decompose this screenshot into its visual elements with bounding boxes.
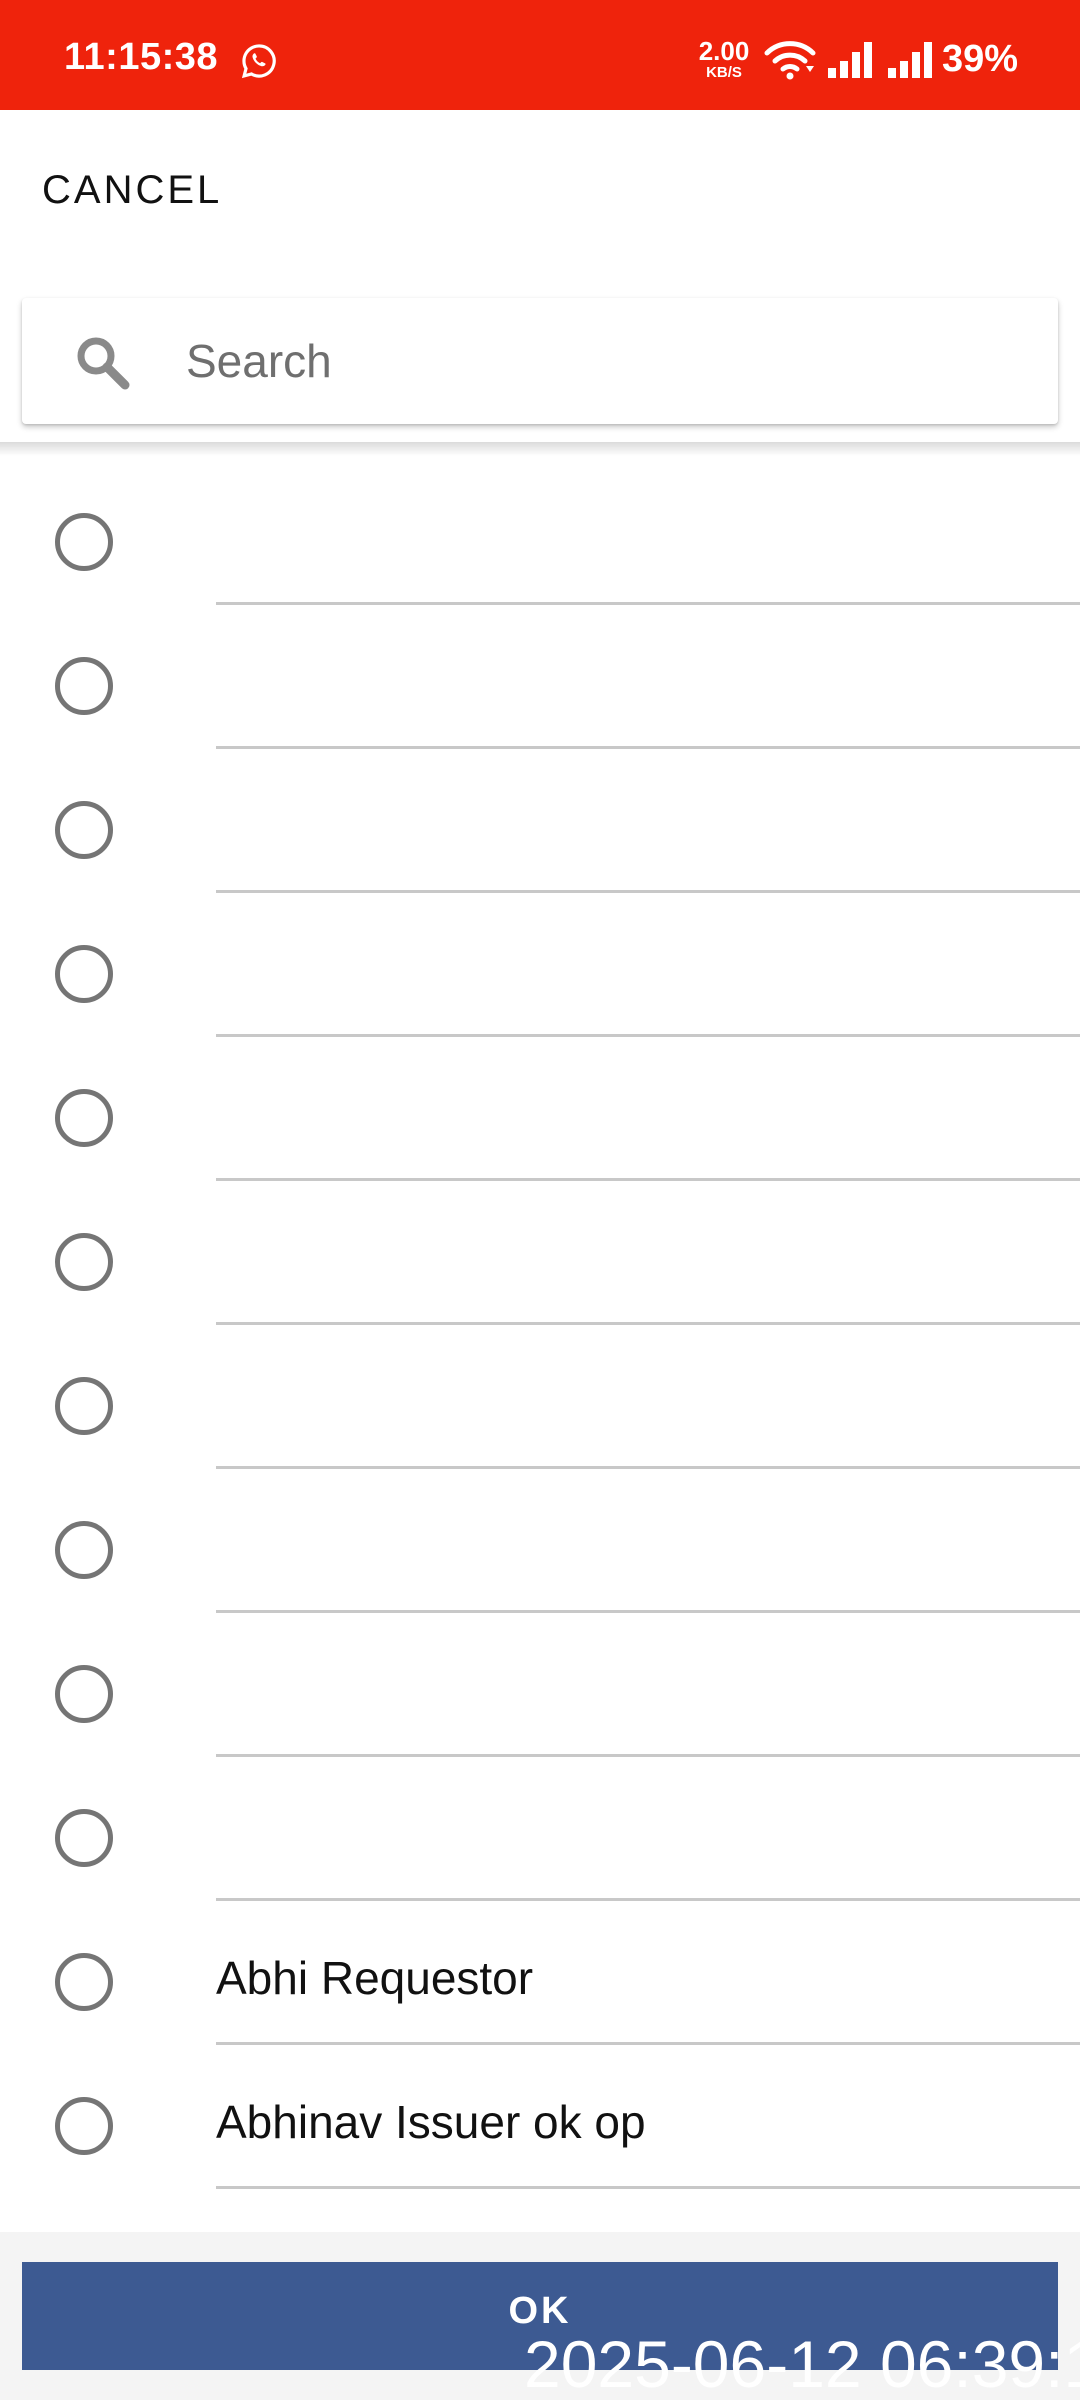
list-item-label: Abhi Requestor bbox=[216, 1952, 534, 2004]
radio-button[interactable] bbox=[55, 1377, 113, 1435]
option-list[interactable]: Abhi Requestor Abhinav Issuer ok op bbox=[0, 461, 1080, 2231]
search-bar[interactable] bbox=[22, 298, 1058, 424]
wifi-icon bbox=[764, 41, 816, 80]
network-speed: 2.00 KB/S bbox=[692, 38, 756, 80]
list-item[interactable] bbox=[0, 893, 1080, 1037]
list-item[interactable] bbox=[0, 605, 1080, 749]
radio-button[interactable] bbox=[55, 1953, 113, 2011]
list-item[interactable] bbox=[0, 1613, 1080, 1757]
battery-percentage: 39% bbox=[942, 38, 1019, 80]
radio-button[interactable] bbox=[55, 2097, 113, 2155]
search-icon bbox=[77, 337, 130, 390]
radio-button[interactable] bbox=[55, 1809, 113, 1867]
list-item[interactable] bbox=[0, 1757, 1080, 1901]
signal-icon bbox=[888, 42, 932, 78]
list-item[interactable] bbox=[0, 1181, 1080, 1325]
radio-button[interactable] bbox=[55, 945, 113, 1003]
list-item[interactable] bbox=[0, 1469, 1080, 1613]
status-bar: 11:15:38 2.00 KB/S 39% bbox=[0, 0, 1080, 110]
radio-button[interactable] bbox=[55, 801, 113, 859]
header-shadow bbox=[0, 442, 1080, 456]
divider bbox=[216, 2186, 1080, 2189]
radio-button[interactable] bbox=[55, 1089, 113, 1147]
radio-button[interactable] bbox=[55, 513, 113, 571]
list-item[interactable] bbox=[0, 461, 1080, 605]
network-speed-value: 2.00 bbox=[698, 36, 750, 66]
timestamp-overlay: 2025-06-12 06:39:16 bbox=[524, 2327, 1080, 2400]
list-item[interactable] bbox=[0, 1037, 1080, 1181]
radio-button[interactable] bbox=[55, 1521, 113, 1579]
list-item[interactable] bbox=[0, 749, 1080, 893]
list-item[interactable]: Abhinav Issuer ok op bbox=[0, 2045, 1080, 2189]
signal-icon bbox=[828, 42, 872, 78]
radio-button[interactable] bbox=[55, 1665, 113, 1723]
status-time: 11:15:38 bbox=[64, 36, 219, 78]
screen: 11:15:38 2.00 KB/S 39% CANCEL Search Abh… bbox=[0, 0, 1080, 2400]
search-input[interactable] bbox=[186, 318, 1026, 404]
cancel-button[interactable]: CANCEL bbox=[42, 168, 222, 213]
whatsapp-icon bbox=[241, 44, 276, 79]
list-item[interactable]: Abhi Requestor bbox=[0, 1901, 1080, 2045]
list-item-label: Abhinav Issuer ok op bbox=[216, 2096, 646, 2148]
radio-button[interactable] bbox=[55, 1233, 113, 1291]
radio-button[interactable] bbox=[55, 657, 113, 715]
network-speed-unit: KB/S bbox=[706, 64, 742, 81]
list-item[interactable] bbox=[0, 1325, 1080, 1469]
